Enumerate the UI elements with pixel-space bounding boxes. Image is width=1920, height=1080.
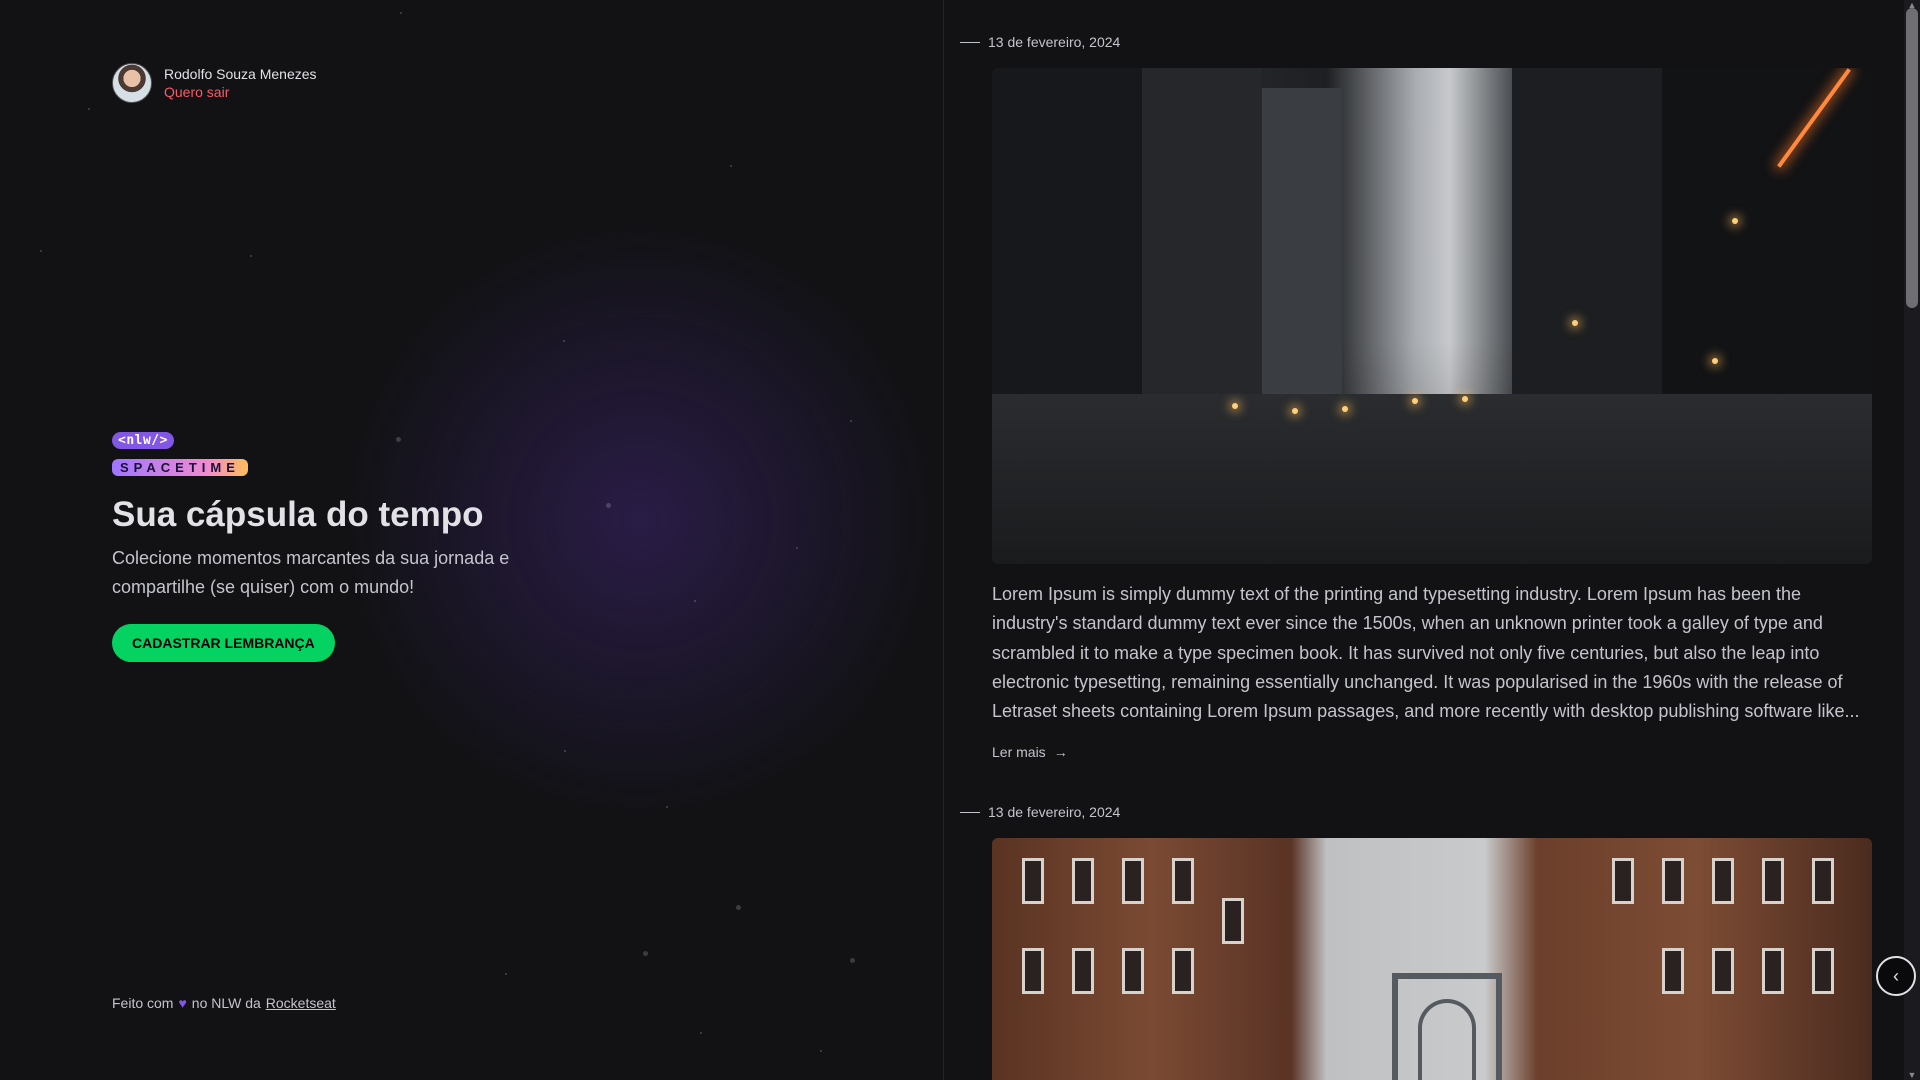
register-memory-button[interactable]: CADASTRAR LEMBRANÇA (112, 624, 335, 662)
heart-icon: ♥ (178, 995, 187, 1011)
memory-photo[interactable] (992, 838, 1872, 1080)
memory-date: 13 de fevereiro, 2024 (988, 34, 1121, 50)
date-dash (960, 41, 980, 43)
memories-feed[interactable]: 13 de fevereiro, 2024 Lorem Ipsum is sim… (944, 0, 1920, 1080)
memory-photo[interactable] (992, 68, 1872, 564)
arrow-right-icon: → (1053, 744, 1068, 760)
footer-middle: no NLW da (191, 995, 261, 1011)
scrollbar[interactable]: ▲ ▼ (1904, 0, 1920, 1080)
memory-excerpt: Lorem Ipsum is simply dummy text of the … (992, 584, 1860, 722)
rocketseat-link[interactable]: Rocketseat (266, 995, 336, 1011)
user-profile: Rodolfo Souza Menezes Quero sair (112, 63, 317, 103)
memory-date: 13 de fevereiro, 2024 (988, 804, 1121, 820)
page-subtitle: Colecione momentos marcantes da sua jorn… (112, 548, 510, 597)
nlw-spacetime-logo: <nlw/> SPACETIME (112, 432, 282, 480)
footer: Feito com ♥ no NLW da Rocketseat (112, 995, 336, 1011)
logo-nlw-tag: <nlw/> (112, 432, 174, 449)
read-more-label: Ler mais (992, 744, 1046, 760)
date-dash (960, 811, 980, 813)
user-name: Rodolfo Souza Menezes (164, 66, 317, 82)
chevron-left-icon[interactable]: ‹ (1876, 956, 1916, 996)
scroll-down-icon[interactable]: ▼ (1907, 1070, 1917, 1080)
hero: <nlw/> SPACETIME Sua cápsula do tempo Co… (112, 432, 532, 662)
avatar[interactable] (112, 63, 152, 103)
memory-date-row: 13 de fevereiro, 2024 (960, 34, 1120, 50)
logout-link[interactable]: Quero sair (164, 83, 317, 101)
read-more-link[interactable]: Ler mais → (992, 744, 1068, 760)
scrollbar-thumb[interactable] (1906, 8, 1918, 308)
footer-prefix: Feito com (112, 995, 174, 1011)
memory-date-row: 13 de fevereiro, 2024 (960, 804, 1120, 820)
logo-spacetime: SPACETIME (112, 459, 248, 476)
left-panel: Rodolfo Souza Menezes Quero sair <nlw/> … (0, 0, 944, 1080)
page-title: Sua cápsula do tempo (112, 495, 484, 534)
app: Rodolfo Souza Menezes Quero sair <nlw/> … (0, 0, 1920, 1080)
